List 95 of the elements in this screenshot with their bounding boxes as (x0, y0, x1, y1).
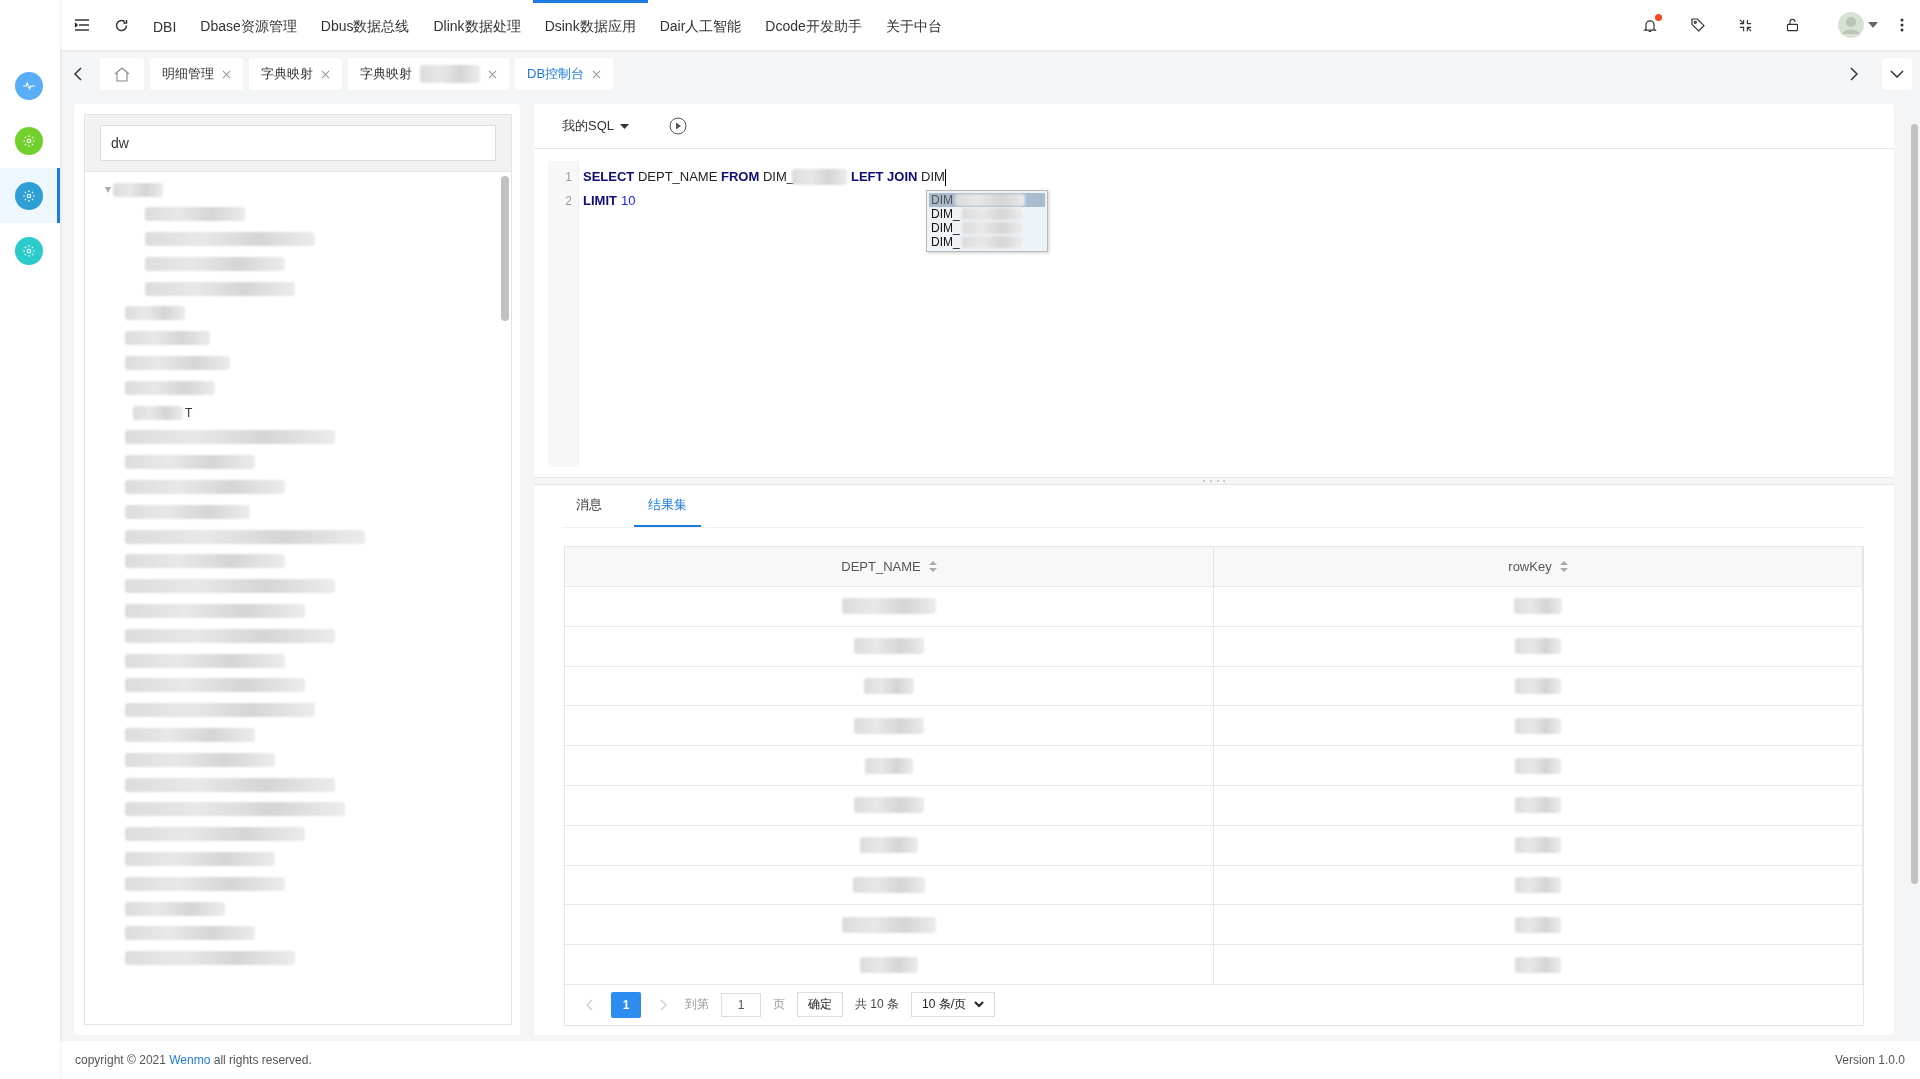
blurred-text (863, 678, 915, 694)
home-icon (114, 66, 130, 82)
sort-icon[interactable] (1559, 561, 1568, 572)
caret-icon[interactable] (1868, 22, 1878, 28)
collapse-icon[interactable] (1738, 17, 1753, 33)
nav-item[interactable]: Dair人工智能 (647, 0, 754, 50)
tree-item-label[interactable]: T (185, 405, 193, 420)
nav-item[interactable]: DBI (141, 0, 189, 50)
close-icon[interactable] (592, 69, 602, 79)
chevron-left-icon (585, 998, 593, 1011)
unlock-icon[interactable] (1785, 17, 1800, 33)
sql-text: DIM (920, 168, 945, 186)
result-tab[interactable]: 结果集 (634, 485, 701, 527)
chevron-down-icon (1890, 70, 1904, 78)
page-label: 页 (773, 996, 785, 1014)
blurred-text (860, 837, 918, 854)
blurred-text (865, 757, 913, 774)
run-icon[interactable] (669, 117, 687, 135)
drag-handle-icon[interactable] (1202, 480, 1226, 482)
sidebar-item[interactable] (0, 168, 60, 223)
blurred-text (1515, 876, 1561, 893)
nav-item[interactable]: Dlink数据处理 (421, 0, 533, 50)
page-size-select[interactable]: 10 条/页 (911, 992, 996, 1018)
suggestion-item[interactable]: DIM_ (929, 235, 1045, 249)
suggestion-item[interactable]: DIM_ (929, 221, 1045, 235)
version-text: Version 1.0.0 (1834, 1053, 1905, 1067)
page-tab[interactable]: 明细管理 (150, 58, 243, 90)
chevron-right-icon[interactable] (1850, 67, 1858, 81)
line-number: 1 (564, 169, 573, 186)
chevron-right-icon (659, 998, 667, 1011)
blurred-text (860, 956, 918, 973)
scrollbar-thumb[interactable] (501, 176, 509, 321)
sql-keyword: LIMIT (583, 192, 617, 210)
menu-icon[interactable] (74, 18, 90, 32)
close-icon[interactable] (222, 69, 231, 79)
gear-icon (21, 188, 36, 203)
page-tab[interactable]: 字典映射 (348, 58, 509, 90)
suggestion-item[interactable]: DIM (929, 193, 1045, 207)
blurred-text (1515, 916, 1561, 933)
sql-keyword: 10 (620, 192, 636, 210)
suggestion-item[interactable]: DIM_ (929, 207, 1045, 221)
tabs-menu-button[interactable] (1882, 58, 1912, 90)
blurred-text (1514, 598, 1562, 615)
confirm-button[interactable]: 确定 (797, 992, 843, 1018)
nav-item[interactable]: Dcode开发助手 (753, 0, 874, 50)
close-icon[interactable] (488, 69, 497, 79)
sql-keyword: FROM (721, 168, 760, 186)
refresh-icon[interactable] (114, 17, 129, 33)
page-tab[interactable]: DB控制台 (515, 58, 614, 90)
line-number: 2 (564, 193, 573, 210)
blurred-text (853, 876, 925, 893)
column-header: DEPT_NAME (841, 559, 921, 574)
search-field[interactable]: dw (100, 125, 496, 161)
sort-icon[interactable] (928, 561, 937, 572)
blurred-text (1515, 837, 1561, 854)
text-cursor (944, 168, 946, 186)
scrollbar-thumb[interactable] (1910, 124, 1918, 884)
copyright-text: copyright © 2021 Wenmo all rights reserved. (75, 1053, 312, 1067)
nav-item[interactable]: Dbase资源管理 (188, 0, 309, 50)
author-link[interactable]: Wenmo (169, 1053, 211, 1067)
sql-text: DIM_ (761, 168, 794, 186)
sql-menu[interactable]: 我的SQL (562, 117, 629, 135)
more-icon[interactable] (1900, 18, 1904, 32)
home-tab[interactable] (100, 58, 144, 90)
sql-text: DEPT_NAME (636, 168, 719, 186)
result-tab[interactable]: 消息 (562, 485, 616, 527)
goto-label: 到第 (685, 996, 709, 1014)
blurred-text (1515, 757, 1561, 774)
blurred-text (1515, 717, 1561, 734)
nav-item[interactable]: 关于中台 (873, 0, 954, 50)
blurred-text (854, 638, 924, 655)
sql-keyword: LEFT JOIN (850, 168, 918, 186)
blurred-text (125, 306, 185, 321)
blurred-text (1515, 678, 1561, 694)
column-header: rowKey (1508, 559, 1552, 574)
chevron-down-icon (974, 1001, 985, 1009)
blurred-text (1515, 797, 1561, 814)
page-input[interactable]: 1 (721, 992, 761, 1017)
blurred-text (133, 405, 183, 420)
chevron-left-icon[interactable] (74, 67, 82, 81)
blurred-text (1515, 956, 1561, 973)
blurred-text (1515, 638, 1561, 655)
blurred-text (113, 182, 163, 197)
caret-icon (620, 123, 629, 129)
total-count: 共 10 条 (855, 996, 899, 1014)
blurred-text (854, 717, 924, 734)
nav-item[interactable]: Dbus数据总线 (308, 0, 422, 50)
gear-icon (21, 133, 36, 148)
tag-icon[interactable] (1690, 17, 1706, 33)
sql-keyword: SELECT (583, 168, 635, 186)
blurred-text (854, 797, 924, 814)
page-tab[interactable]: 字典映射 (249, 58, 342, 90)
close-icon[interactable] (321, 69, 330, 79)
nav-item[interactable]: Dsink数据应用 (532, 0, 648, 50)
gear-icon (21, 243, 36, 258)
